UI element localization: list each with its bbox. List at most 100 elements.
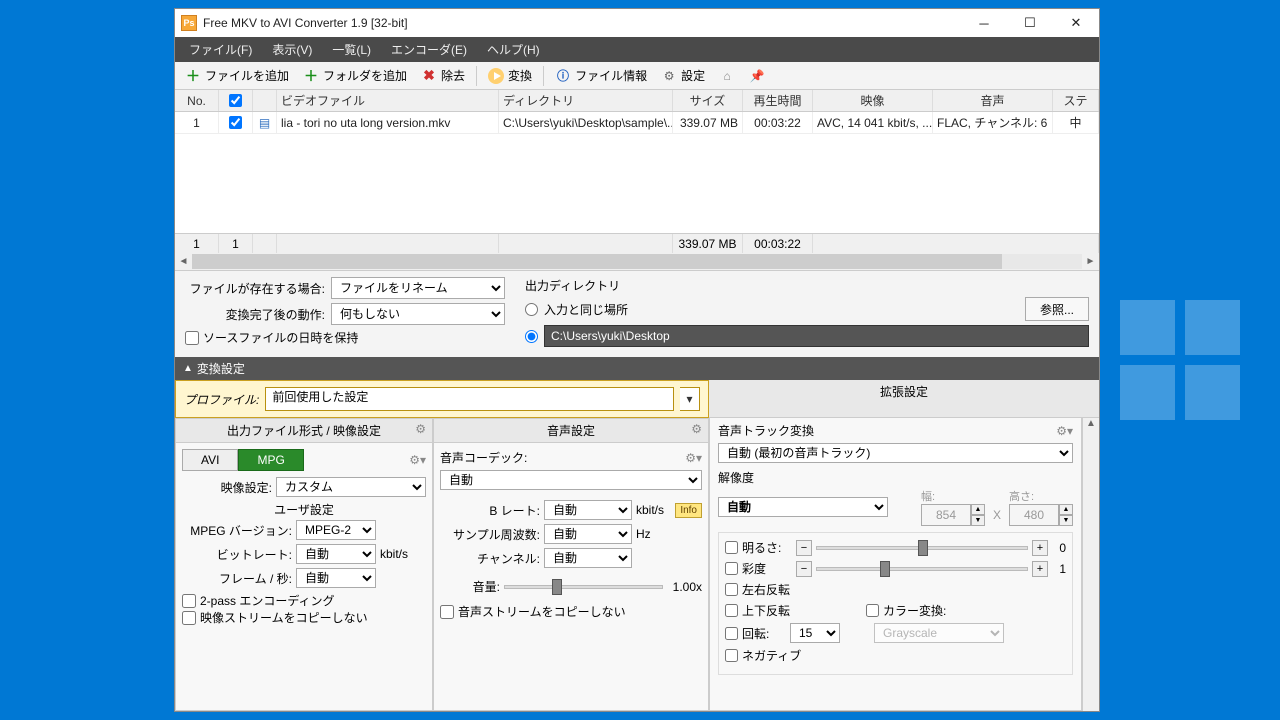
scroll-right-icon[interactable]: ► xyxy=(1082,253,1099,270)
remove-icon: ✖ xyxy=(421,68,437,84)
gear-icon: ⚙ xyxy=(661,68,677,84)
exists-select[interactable]: ファイルをリネーム xyxy=(331,277,505,299)
menu-encoder[interactable]: エンコーダ(E) xyxy=(381,38,477,61)
col-audio[interactable]: 音声 xyxy=(933,90,1053,111)
bitrate-select[interactable]: 自動 xyxy=(296,544,376,564)
app-window: Ps Free MKV to AVI Converter 1.9 [32-bit… xyxy=(174,8,1100,712)
close-button[interactable]: ✕ xyxy=(1053,9,1099,37)
profile-select[interactable]: 前回使用した設定 xyxy=(265,387,674,411)
saturation-check[interactable] xyxy=(725,562,738,575)
minimize-button[interactable]: ─ xyxy=(961,9,1007,37)
menu-list[interactable]: 一覧(L) xyxy=(322,38,381,61)
asample-select[interactable]: 自動 xyxy=(544,524,632,544)
height-input[interactable] xyxy=(1009,504,1059,526)
volume-slider[interactable] xyxy=(504,585,663,589)
achannel-select[interactable]: 自動 xyxy=(544,548,632,568)
rotate-check[interactable] xyxy=(725,627,738,640)
minus-button[interactable]: − xyxy=(796,561,812,577)
copy-astream-check[interactable] xyxy=(440,605,454,619)
ext-panel-header: 拡張設定 xyxy=(709,380,1099,418)
col-status[interactable]: ステ xyxy=(1053,90,1099,111)
col-file[interactable]: ビデオファイル xyxy=(277,90,499,111)
atrack-label: 音声トラック変換 xyxy=(718,422,814,439)
col-size[interactable]: サイズ xyxy=(673,90,743,111)
rotate-select[interactable]: 15 xyxy=(790,623,840,643)
convert-button[interactable]: 変換 xyxy=(482,65,538,86)
horizontal-scrollbar[interactable]: ◄ ► xyxy=(175,253,1099,270)
fps-select[interactable]: 自動 xyxy=(296,568,376,588)
custom-path-radio[interactable] xyxy=(525,330,538,343)
plus-button[interactable]: + xyxy=(1032,540,1048,556)
profile-dropdown-button[interactable]: ▾ xyxy=(680,387,700,411)
file-info-button[interactable]: ⓘファイル情報 xyxy=(549,65,653,86)
copy-vstream-check[interactable] xyxy=(182,611,196,625)
mpeg-version-select[interactable]: MPEG-2 xyxy=(296,520,376,540)
saturation-slider[interactable] xyxy=(816,567,1028,571)
titlebar: Ps Free MKV to AVI Converter 1.9 [32-bit… xyxy=(175,9,1099,37)
audio-panel-header: 音声設定⚙ xyxy=(434,419,708,443)
acodec-select[interactable]: 自動 xyxy=(440,470,702,490)
resolution-select[interactable]: 自動 xyxy=(718,497,888,517)
menubar: ファイル(F) 表示(V) 一覧(L) エンコーダ(E) ヘルプ(H) xyxy=(175,37,1099,62)
row-check[interactable] xyxy=(229,116,242,129)
col-icon xyxy=(253,90,277,111)
scroll-left-icon[interactable]: ◄ xyxy=(175,253,192,270)
add-folder-button[interactable]: ＋フォルダを追加 xyxy=(297,65,413,86)
profile-row: プロファイル: 前回使用した設定 ▾ xyxy=(175,380,709,418)
preserve-date-check[interactable] xyxy=(185,331,199,345)
flipv-check[interactable] xyxy=(725,604,738,617)
settings-button[interactable]: ⚙設定 xyxy=(655,65,711,86)
browse-button[interactable]: 参照... xyxy=(1025,297,1089,321)
folder-plus-icon: ＋ xyxy=(303,68,319,84)
gear-icon[interactable]: ⚙▾ xyxy=(685,451,702,465)
profile-label: プロファイル: xyxy=(184,391,259,408)
gear-icon[interactable]: ⚙▾ xyxy=(409,453,426,467)
fliph-check[interactable] xyxy=(725,583,738,596)
menu-view[interactable]: 表示(V) xyxy=(262,38,322,61)
abitrate-select[interactable]: 自動 xyxy=(544,500,632,520)
info-badge[interactable]: Info xyxy=(675,503,702,518)
atrack-select[interactable]: 自動 (最初の音声トラック) xyxy=(718,443,1073,463)
col-no[interactable]: No. xyxy=(175,90,219,111)
brightness-check[interactable] xyxy=(725,541,738,554)
vertical-scrollbar[interactable]: ▲ xyxy=(1082,418,1099,711)
play-icon xyxy=(488,68,504,84)
output-path-field[interactable]: C:\Users\yuki\Desktop xyxy=(544,325,1089,347)
outdir-label: 出力ディレクトリ xyxy=(525,277,1089,294)
twopass-check[interactable] xyxy=(182,594,196,608)
gear-icon[interactable]: ⚙ xyxy=(415,422,426,436)
colorconv-select[interactable]: Grayscale xyxy=(874,623,1004,643)
plus-button[interactable]: + xyxy=(1032,561,1048,577)
width-input[interactable] xyxy=(921,504,971,526)
gear-icon[interactable]: ⚙ xyxy=(691,422,702,436)
add-file-button[interactable]: ＋ファイルを追加 xyxy=(179,65,295,86)
video-settings-select[interactable]: カスタム xyxy=(276,477,426,497)
tab-mpg[interactable]: MPG xyxy=(238,449,303,471)
remove-button[interactable]: ✖除去 xyxy=(415,65,471,86)
menu-help[interactable]: ヘルプ(H) xyxy=(477,38,550,61)
info-icon: ⓘ xyxy=(555,68,571,84)
negative-check[interactable] xyxy=(725,649,738,662)
pin-icon: 📌 xyxy=(749,68,765,84)
file-icon: ▤ xyxy=(259,116,270,130)
toolbar: ＋ファイルを追加 ＋フォルダを追加 ✖除去 変換 ⓘファイル情報 ⚙設定 ⌂ 📌 xyxy=(175,62,1099,90)
minus-button[interactable]: − xyxy=(796,540,812,556)
col-check[interactable] xyxy=(219,90,253,111)
same-input-radio[interactable] xyxy=(525,303,538,316)
colorconv-check[interactable] xyxy=(866,604,879,617)
pin-button[interactable]: 📌 xyxy=(743,66,771,86)
home-button[interactable]: ⌂ xyxy=(713,66,741,86)
after-select[interactable]: 何もしない xyxy=(331,303,505,325)
maximize-button[interactable]: ☐ xyxy=(1007,9,1053,37)
menu-file[interactable]: ファイル(F) xyxy=(179,38,262,61)
brightness-slider[interactable] xyxy=(816,546,1028,550)
col-dir[interactable]: ディレクトリ xyxy=(499,90,673,111)
tab-avi[interactable]: AVI xyxy=(182,449,238,471)
check-all[interactable] xyxy=(229,94,242,107)
video-panel-header: 出力ファイル形式 / 映像設定⚙ xyxy=(176,419,432,443)
table-row[interactable]: 1 ▤ lia - tori no uta long version.mkv C… xyxy=(175,112,1099,134)
gear-icon[interactable]: ⚙▾ xyxy=(1056,424,1073,438)
col-duration[interactable]: 再生時間 xyxy=(743,90,813,111)
conv-section-header[interactable]: ▲変換設定 xyxy=(175,357,1099,380)
col-video[interactable]: 映像 xyxy=(813,90,933,111)
